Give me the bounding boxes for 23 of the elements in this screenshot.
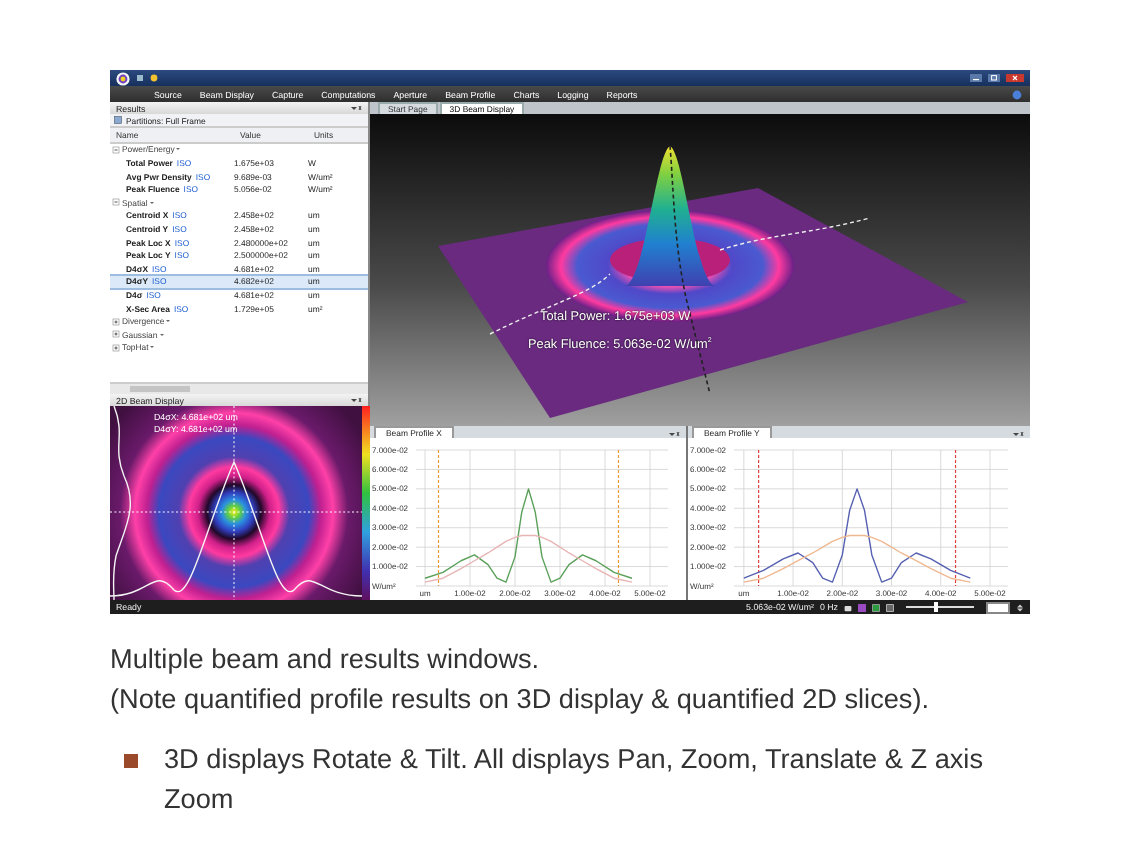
close-icon[interactable] [1006, 74, 1024, 82]
expand-icon[interactable] [112, 317, 120, 326]
bullet-text: 3D displays Rotate & Tilt. All displays Pan, Zoom, Translate & Z axis Zoom [164, 742, 985, 818]
horizontal-scrollbar[interactable] [110, 382, 368, 394]
expand-icon[interactable] [112, 330, 120, 339]
square-icon[interactable] [858, 603, 866, 611]
pin-icon[interactable] [350, 104, 362, 112]
zoom-field[interactable] [986, 601, 1010, 613]
app-logo-icon [116, 71, 130, 85]
cursor-line[interactable] [758, 449, 760, 587]
bullet-icon [124, 754, 138, 768]
cursor-line[interactable] [954, 449, 957, 587]
slider-thumb[interactable] [934, 602, 939, 612]
pin-icon[interactable] [1012, 430, 1024, 438]
pin-icon[interactable] [350, 396, 362, 404]
partition-icon [114, 116, 122, 124]
caption-text: Multiple beam and results windows. [110, 642, 542, 678]
pin-icon[interactable] [668, 430, 680, 438]
square-icon[interactable] [872, 603, 880, 611]
maximize-icon[interactable] [988, 74, 1000, 82]
minimize-icon[interactable] [970, 74, 982, 82]
caption-text: (Note quantified profile results on 3D display & quantified 2D slices). [110, 682, 932, 718]
expand-icon[interactable] [112, 343, 120, 352]
